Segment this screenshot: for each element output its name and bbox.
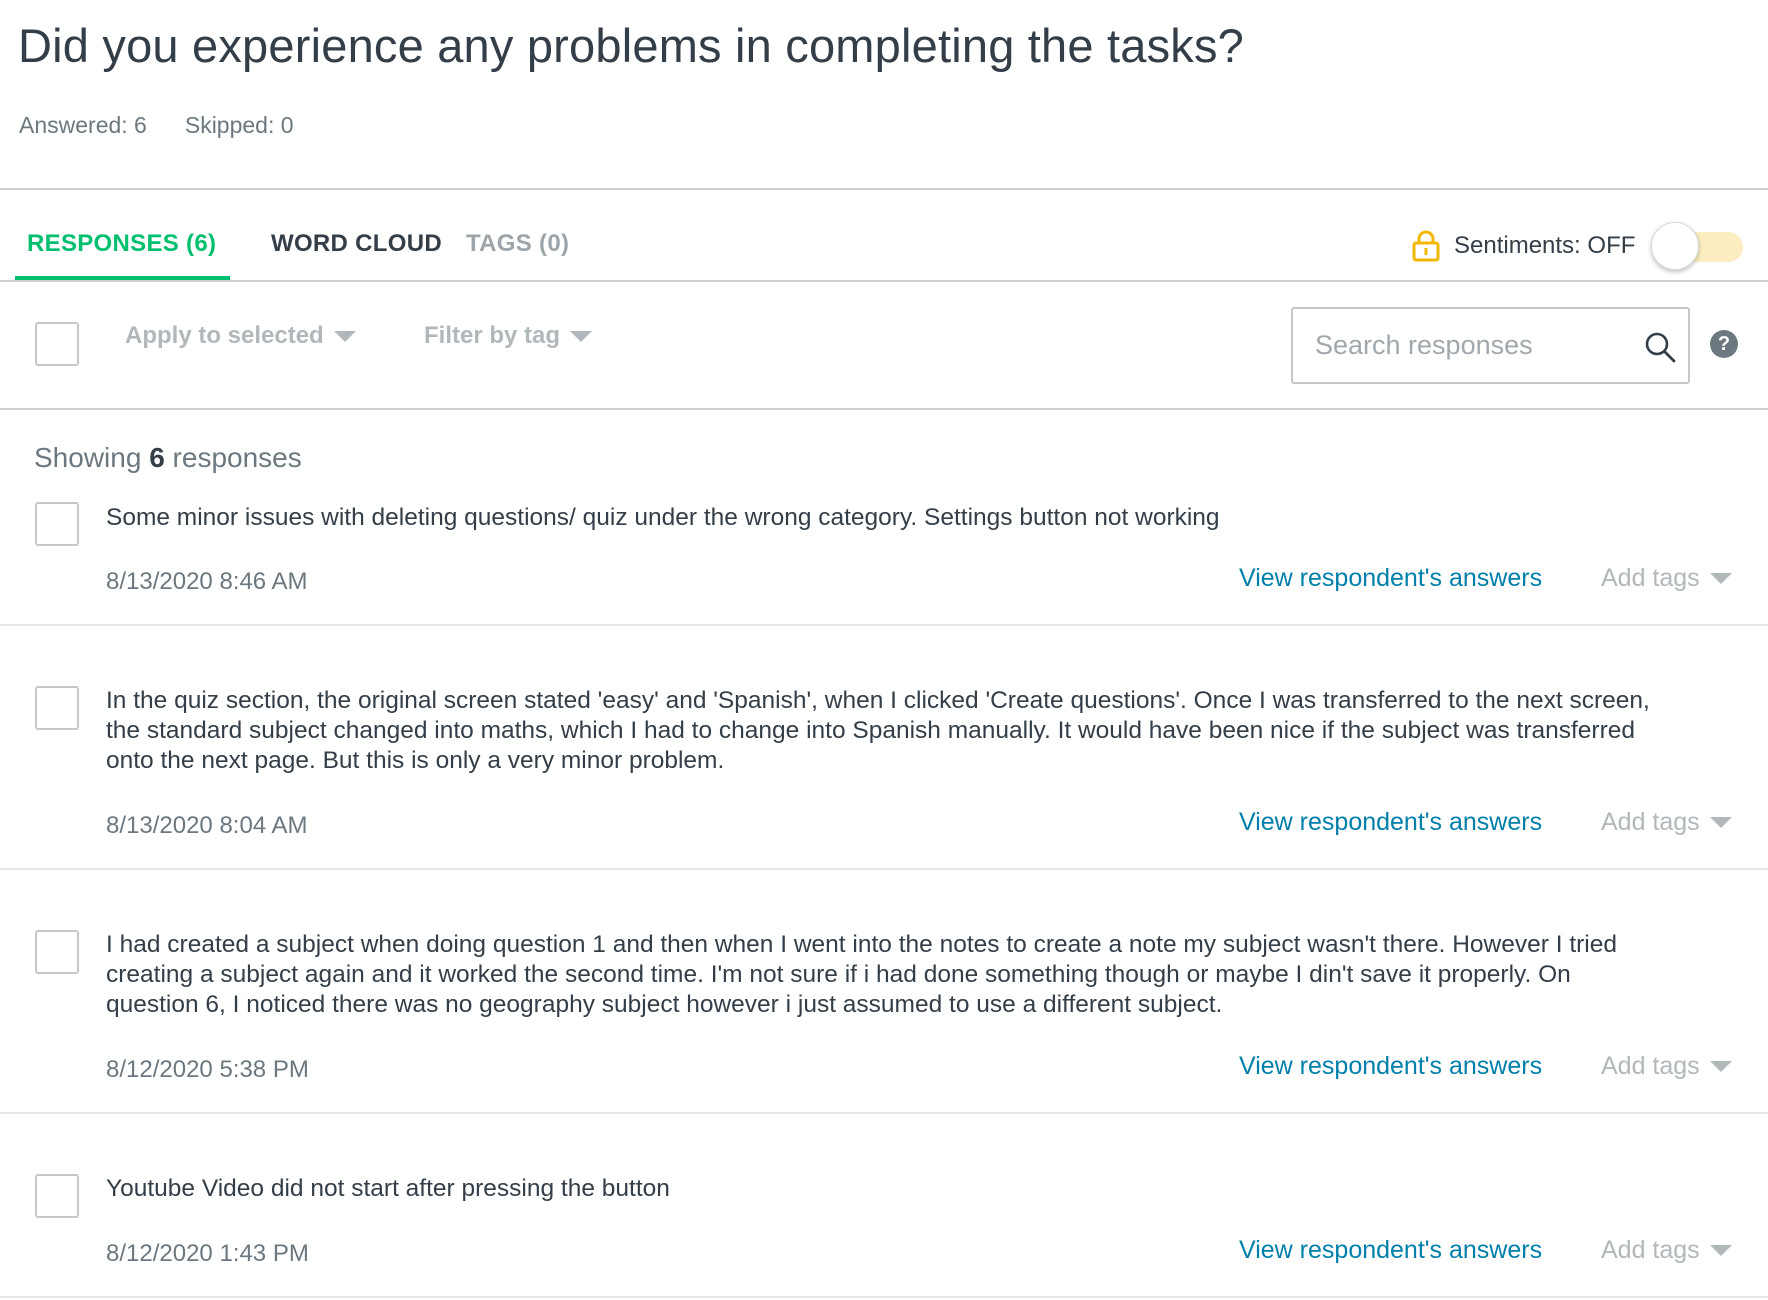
add-tags-dropdown[interactable]: Add tags — [1601, 564, 1732, 593]
view-answers-link[interactable]: View respondent's answers — [1239, 1052, 1542, 1081]
tab-responses[interactable]: RESPONSES (6) — [27, 230, 216, 258]
add-tags-dropdown[interactable]: Add tags — [1601, 1236, 1732, 1265]
chevron-down-icon — [333, 330, 356, 342]
response-date: 8/13/2020 8:04 AM — [106, 812, 308, 839]
sentiment-label: Sentiments: OFF — [1454, 232, 1636, 259]
response-checkbox[interactable] — [35, 1174, 79, 1218]
response-checkbox[interactable] — [35, 502, 79, 546]
answered-count: Answered: 6 — [19, 112, 147, 138]
response-stats: Answered: 6 Skipped: 0 — [19, 112, 294, 139]
response-checkbox[interactable] — [35, 686, 79, 730]
response-divider — [0, 1296, 1768, 1298]
view-answers-link[interactable]: View respondent's answers — [1239, 564, 1542, 593]
tab-word-cloud[interactable]: WORD CLOUD — [271, 230, 442, 258]
showing-suffix: responses — [172, 442, 302, 473]
add-tags-label: Add tags — [1601, 564, 1700, 592]
chevron-down-icon — [570, 330, 593, 342]
add-tags-label: Add tags — [1601, 808, 1700, 836]
question-title: Did you experience any problems in compl… — [18, 19, 1245, 72]
showing-prefix: Showing — [34, 442, 142, 473]
toggle-knob — [1651, 222, 1700, 270]
response-divider — [0, 868, 1768, 870]
response-text: In the quiz section, the original screen… — [106, 687, 1650, 774]
response-text: Some minor issues with deleting question… — [106, 504, 1220, 531]
showing-number: 6 — [149, 442, 165, 473]
search-icon[interactable] — [1644, 331, 1676, 363]
response-checkbox[interactable] — [35, 930, 79, 974]
add-tags-dropdown[interactable]: Add tags — [1601, 1052, 1732, 1081]
sentiment-control: Sentiments: OFF — [1412, 222, 1744, 270]
response-date: 8/12/2020 5:38 PM — [106, 1056, 309, 1083]
search-box — [1291, 307, 1690, 384]
apply-to-selected-dropdown[interactable]: Apply to selected — [125, 322, 356, 350]
filter-by-tag-label: Filter by tag — [424, 322, 561, 349]
apply-to-selected-label: Apply to selected — [125, 322, 324, 349]
response-divider — [0, 624, 1768, 626]
chevron-down-icon — [1709, 817, 1732, 828]
response-text: Youtube Video did not start after pressi… — [106, 1175, 670, 1202]
select-all-checkbox[interactable] — [35, 322, 79, 366]
view-answers-link[interactable]: View respondent's answers — [1239, 808, 1542, 837]
toolbar-divider — [0, 408, 1768, 410]
chevron-down-icon — [1709, 1061, 1732, 1072]
response-text: I had created a subject when doing quest… — [106, 931, 1617, 1018]
tab-tags[interactable]: TAGS (0) — [466, 230, 569, 258]
response-date: 8/13/2020 8:46 AM — [106, 568, 308, 595]
chevron-down-icon — [1709, 573, 1732, 584]
add-tags-label: Add tags — [1601, 1052, 1700, 1080]
add-tags-dropdown[interactable]: Add tags — [1601, 808, 1732, 837]
view-answers-link[interactable]: View respondent's answers — [1239, 1236, 1542, 1265]
chevron-down-icon — [1709, 1245, 1732, 1256]
response-date: 8/12/2020 1:43 PM — [106, 1240, 309, 1267]
toolbar: Apply to selected Filter by tag ? — [0, 282, 1768, 408]
skipped-count: Skipped: 0 — [184, 112, 294, 138]
sentiment-toggle[interactable] — [1651, 222, 1744, 270]
search-input[interactable] — [1315, 309, 1635, 382]
lock-icon — [1412, 230, 1440, 262]
showing-count: Showing 6 responses — [34, 442, 302, 474]
filter-by-tag-dropdown[interactable]: Filter by tag — [424, 322, 593, 350]
add-tags-label: Add tags — [1601, 1236, 1700, 1264]
response-divider — [0, 1112, 1768, 1114]
help-icon[interactable]: ? — [1710, 330, 1738, 358]
